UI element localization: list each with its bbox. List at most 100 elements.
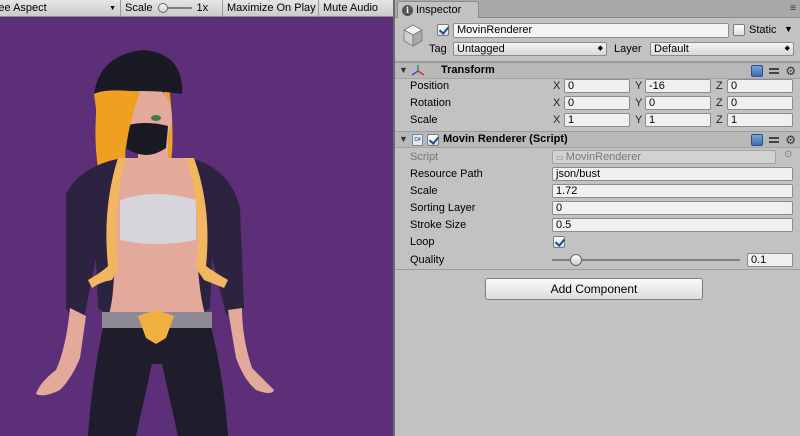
- scale-z-field[interactable]: 1: [727, 113, 793, 127]
- position-x-field[interactable]: 0: [564, 79, 630, 93]
- static-dropdown-arrow-icon[interactable]: ▼: [784, 24, 793, 34]
- movin-renderer-header-icons: ⚙: [751, 134, 796, 146]
- foldout-arrow-icon[interactable]: ▼: [399, 65, 408, 75]
- game-view-toolbar: Free Aspect ▼ Scale 1x Maximize On Play …: [0, 0, 393, 17]
- layer-dropdown-value: Default: [654, 43, 689, 55]
- static-checkbox[interactable]: [733, 24, 745, 36]
- transform-header[interactable]: ▼ Transform ⚙: [395, 62, 800, 79]
- quality-slider-thumb[interactable]: [570, 254, 582, 266]
- static-label: Static: [749, 24, 777, 36]
- add-component-button[interactable]: Add Component: [485, 278, 703, 300]
- chevron-updown-icon: ◆: [597, 45, 603, 52]
- gameobject-active-checkbox[interactable]: [437, 24, 449, 36]
- scale-x-field[interactable]: 1: [564, 113, 630, 127]
- quality-field[interactable]: 0.1: [747, 253, 793, 267]
- maximize-on-play-toggle[interactable]: Maximize On Play: [223, 0, 319, 17]
- help-book-icon[interactable]: [751, 65, 764, 77]
- loop-label: Loop: [410, 236, 435, 248]
- scale-y-field[interactable]: 1: [645, 113, 711, 127]
- position-x-axis-label: X: [553, 80, 561, 92]
- script-file-icon: ▭: [556, 153, 566, 162]
- gameobject-header: MovinRenderer Static ▼ Tag Untagged ◆ La…: [395, 18, 800, 62]
- sorting-layer-field[interactable]: 0: [552, 201, 793, 215]
- right-arm-shape: [228, 308, 274, 393]
- game-scene-render[interactable]: [0, 18, 393, 436]
- mute-audio-toggle[interactable]: Mute Audio: [319, 0, 379, 17]
- position-z-axis-label: Z: [716, 80, 723, 92]
- scale-z-axis-label: Z: [716, 114, 723, 126]
- layer-dropdown[interactable]: Default ◆: [650, 42, 794, 56]
- help-book-icon[interactable]: [751, 134, 764, 146]
- scale-label: Scale: [410, 114, 438, 126]
- stroke-size-label: Stroke Size: [410, 219, 467, 231]
- rotation-x-axis-label: X: [553, 97, 561, 109]
- rotation-y-axis-label: Y: [635, 97, 643, 109]
- position-z-field[interactable]: 0: [727, 79, 793, 93]
- scale-y-axis-label: Y: [635, 114, 643, 126]
- eye-shape: [151, 115, 161, 121]
- movin-renderer-enabled-checkbox[interactable]: [427, 134, 439, 146]
- foldout-arrow-icon[interactable]: ▼: [399, 134, 408, 144]
- layer-label: Layer: [614, 43, 642, 55]
- script-label: Script: [410, 151, 439, 163]
- position-y-axis-label: Y: [635, 80, 643, 92]
- aspect-dropdown[interactable]: Free Aspect ▼: [0, 0, 121, 17]
- tab-inspector[interactable]: i Inspector: [397, 1, 479, 18]
- rotation-x-field[interactable]: 0: [564, 96, 630, 110]
- transform-title: Transform: [441, 64, 495, 76]
- scale-slider-thumb[interactable]: [157, 3, 168, 13]
- tab-inspector-label: Inspector: [416, 4, 462, 16]
- quality-label: Quality: [410, 254, 445, 266]
- renderer-scale-field[interactable]: 1.72: [552, 184, 793, 198]
- scale-x-axis-label: X: [553, 114, 561, 126]
- rotation-y-field[interactable]: 0: [645, 96, 711, 110]
- csharp-script-icon: C#: [412, 134, 423, 146]
- scale-control: Scale 1x: [121, 0, 223, 17]
- gear-icon[interactable]: ⚙: [785, 65, 796, 77]
- scale-label: Scale: [125, 2, 153, 14]
- gameobject-cube-icon: [403, 24, 423, 47]
- chevron-updown-icon: ◆: [784, 45, 790, 52]
- transform-axes-icon: [411, 65, 425, 76]
- quality-slider[interactable]: [552, 253, 740, 267]
- left-arm-shape: [36, 308, 86, 396]
- crop-top-shape: [120, 194, 196, 244]
- aspect-dropdown-label: Free Aspect: [0, 2, 47, 14]
- rotation-label: Rotation: [410, 97, 451, 109]
- preset-icon[interactable]: [768, 134, 780, 146]
- info-icon: i: [402, 4, 413, 16]
- resource-path-field[interactable]: json/bust: [552, 167, 793, 181]
- preset-icon[interactable]: [768, 65, 780, 77]
- tag-label: Tag: [429, 43, 447, 55]
- scale-value: 1x: [196, 2, 209, 14]
- stroke-size-field[interactable]: 0.5: [552, 218, 793, 232]
- chevron-down-icon: ▼: [109, 4, 116, 12]
- gear-icon[interactable]: ⚙: [785, 134, 796, 146]
- character-illustration: [36, 50, 274, 436]
- tag-dropdown-value: Untagged: [457, 43, 505, 55]
- sorting-layer-label: Sorting Layer: [410, 202, 476, 214]
- loop-checkbox[interactable]: [553, 236, 565, 248]
- script-field-value: MovinRenderer: [565, 151, 641, 163]
- mask-shape: [124, 123, 168, 155]
- gameobject-name-field[interactable]: MovinRenderer: [453, 23, 729, 38]
- tab-menu-icon[interactable]: ≡: [790, 3, 796, 14]
- position-y-field[interactable]: -16: [645, 79, 711, 93]
- inspector-panel: i Inspector ≡ MovinRenderer Static ▼ Tag…: [395, 0, 800, 436]
- transform-header-icons: ⚙: [751, 65, 796, 77]
- beanie-shape: [94, 50, 183, 94]
- movin-renderer-header[interactable]: ▼ C# Movin Renderer (Script) ⚙: [395, 131, 800, 148]
- position-label: Position: [410, 80, 450, 92]
- rotation-z-axis-label: Z: [716, 97, 723, 109]
- movin-renderer-title: Movin Renderer (Script): [443, 133, 568, 145]
- rotation-z-field[interactable]: 0: [727, 96, 793, 110]
- component-separator: [395, 269, 800, 270]
- static-toggle[interactable]: Static: [733, 23, 777, 37]
- renderer-scale-label: Scale: [410, 185, 438, 197]
- game-view-panel[interactable]: Free Aspect ▼ Scale 1x Maximize On Play …: [0, 0, 393, 436]
- scale-slider[interactable]: [157, 3, 192, 13]
- object-picker-icon: ⊙: [784, 149, 793, 160]
- inspector-tab-bar: i Inspector ≡: [395, 0, 800, 18]
- tag-dropdown[interactable]: Untagged ◆: [453, 42, 607, 56]
- script-field: ▭ MovinRenderer: [552, 150, 776, 164]
